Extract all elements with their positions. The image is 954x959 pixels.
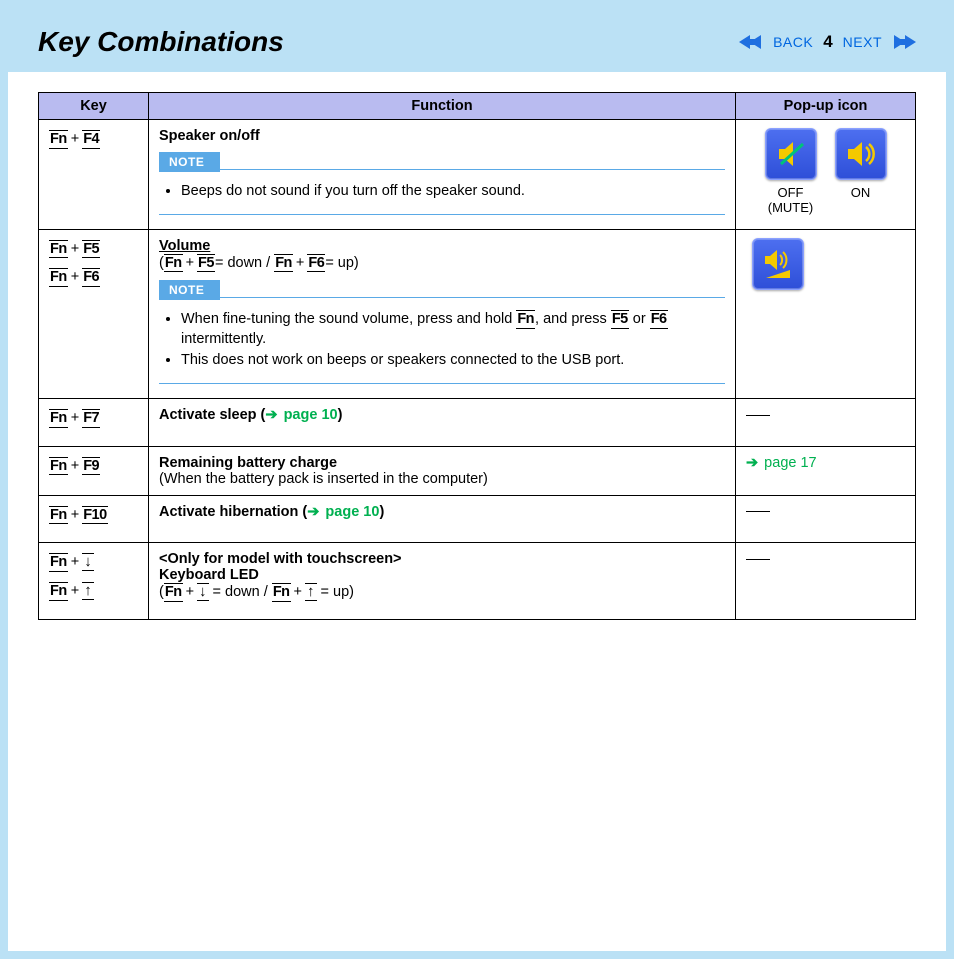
note-body: Beeps do not sound if you turn off the s… bbox=[159, 176, 725, 215]
page-link[interactable]: ➔ page 10 bbox=[307, 504, 379, 520]
function-cell: Activate sleep (➔ page 10) bbox=[149, 398, 736, 446]
popup-cell bbox=[736, 398, 916, 446]
key-cell: Fn+F9 bbox=[39, 446, 149, 495]
note-body: When fine-tuning the sound volume, press… bbox=[159, 304, 725, 384]
table-row: Fn+↓ Fn+↑ <Only for model with touchscre… bbox=[39, 543, 916, 619]
back-link[interactable]: BACK bbox=[773, 34, 813, 50]
table-row: Fn+F7 Activate sleep (➔ page 10) bbox=[39, 398, 916, 446]
keycap-down-arrow: ↓ bbox=[82, 553, 94, 571]
note-item: This does not work on beeps or speakers … bbox=[181, 351, 725, 371]
key-cell: Fn+↓ Fn+↑ bbox=[39, 543, 149, 619]
table-row: Fn+F10 Activate hibernation (➔ page 10) bbox=[39, 495, 916, 543]
no-icon bbox=[746, 559, 770, 560]
popup-cell: ➔ page 17 bbox=[736, 446, 916, 495]
popup-cell bbox=[736, 495, 916, 543]
next-link[interactable]: NEXT bbox=[843, 34, 882, 50]
note-tag: NOTE bbox=[159, 280, 220, 300]
row-subtitle: (Fn+↓ = down / Fn+↑ = up) bbox=[159, 583, 725, 602]
keycap-fn: Fn bbox=[49, 506, 68, 525]
page-link[interactable]: ➔ page 17 bbox=[746, 455, 817, 471]
function-cell: Remaining battery charge (When the batte… bbox=[149, 446, 736, 495]
row-subtitle: (Fn+F5= down / Fn+F6= up) bbox=[159, 254, 725, 273]
row-subtitle: (When the battery pack is inserted in th… bbox=[159, 471, 725, 487]
popup-cell bbox=[736, 543, 916, 619]
link-arrow-icon: ➔ bbox=[307, 504, 319, 520]
keycap-fn: Fn bbox=[49, 130, 68, 149]
popup-cell: OFF (MUTE) bbox=[736, 120, 916, 230]
next-arrow-icon[interactable] bbox=[888, 33, 916, 51]
no-icon bbox=[746, 511, 770, 512]
icon-label-off: OFF (MUTE) bbox=[768, 186, 814, 216]
keycap-f5: F5 bbox=[82, 240, 100, 259]
row-title: Remaining battery charge bbox=[159, 455, 725, 471]
page-link[interactable]: ➔ page 10 bbox=[265, 407, 337, 423]
th-popup: Pop-up icon bbox=[736, 93, 916, 120]
table-row: Fn+F9 Remaining battery charge (When the… bbox=[39, 446, 916, 495]
back-arrow-icon[interactable] bbox=[739, 33, 767, 51]
row-title: Keyboard LED bbox=[159, 567, 725, 583]
function-cell: <Only for model with touchscreen> Keyboa… bbox=[149, 543, 736, 619]
keycap-fn: Fn bbox=[49, 582, 68, 601]
keycap-f4: F4 bbox=[82, 130, 100, 149]
popup-cell bbox=[736, 229, 916, 398]
note-header: NOTE bbox=[159, 280, 725, 300]
icon-label-on: ON bbox=[851, 186, 871, 201]
table-row: Fn+F4 Speaker on/off NOTE Beeps do not s… bbox=[39, 120, 916, 230]
th-key: Key bbox=[39, 93, 149, 120]
page-title: Key Combinations bbox=[38, 26, 284, 58]
function-cell: Speaker on/off NOTE Beeps do not sound i… bbox=[149, 120, 736, 230]
function-cell: Volume (Fn+F5= down / Fn+F6= up) NOTE Wh… bbox=[149, 229, 736, 398]
note-header: NOTE bbox=[159, 152, 725, 172]
table-row: Fn+F5 Fn+F6 Volume (Fn+F5= down / Fn+F6=… bbox=[39, 229, 916, 398]
no-icon bbox=[746, 415, 770, 416]
keycap-fn: Fn bbox=[49, 268, 68, 287]
key-cell: Fn+F4 bbox=[39, 120, 149, 230]
volume-icon bbox=[752, 238, 804, 290]
row-title: <Only for model with touchscreen> bbox=[159, 551, 725, 567]
page-nav: BACK 4 NEXT bbox=[739, 32, 916, 52]
speaker-on-icon bbox=[835, 128, 887, 180]
keycap-f9: F9 bbox=[82, 457, 100, 476]
keycap-fn: Fn bbox=[49, 553, 68, 572]
keycap-fn: Fn bbox=[49, 457, 68, 476]
page-header: Key Combinations BACK 4 NEXT bbox=[8, 8, 946, 72]
key-cell: Fn+F10 bbox=[39, 495, 149, 543]
key-cell: Fn+F7 bbox=[39, 398, 149, 446]
key-cell: Fn+F5 Fn+F6 bbox=[39, 229, 149, 398]
row-title: Volume bbox=[159, 238, 210, 254]
keycap-f10: F10 bbox=[82, 506, 108, 525]
keycap-fn: Fn bbox=[49, 240, 68, 259]
function-cell: Activate hibernation (➔ page 10) bbox=[149, 495, 736, 543]
key-combinations-table: Key Function Pop-up icon Fn+F4 Speaker o… bbox=[38, 92, 916, 620]
keycap-up-arrow: ↑ bbox=[82, 582, 94, 600]
note-item: Beeps do not sound if you turn off the s… bbox=[181, 182, 725, 202]
keycap-f7: F7 bbox=[82, 409, 100, 428]
note-tag: NOTE bbox=[159, 152, 220, 172]
page-number: 4 bbox=[823, 32, 832, 52]
keycap-f6: F6 bbox=[82, 268, 100, 287]
note-item: When fine-tuning the sound volume, press… bbox=[181, 310, 725, 349]
page: Key Combinations BACK 4 NEXT Key Functio… bbox=[8, 8, 946, 951]
keycap-fn: Fn bbox=[49, 409, 68, 428]
speaker-mute-icon bbox=[765, 128, 817, 180]
link-arrow-icon: ➔ bbox=[746, 455, 758, 471]
th-function: Function bbox=[149, 93, 736, 120]
link-arrow-icon: ➔ bbox=[265, 407, 277, 423]
row-title: Speaker on/off bbox=[159, 128, 725, 144]
content: Key Function Pop-up icon Fn+F4 Speaker o… bbox=[8, 72, 946, 650]
